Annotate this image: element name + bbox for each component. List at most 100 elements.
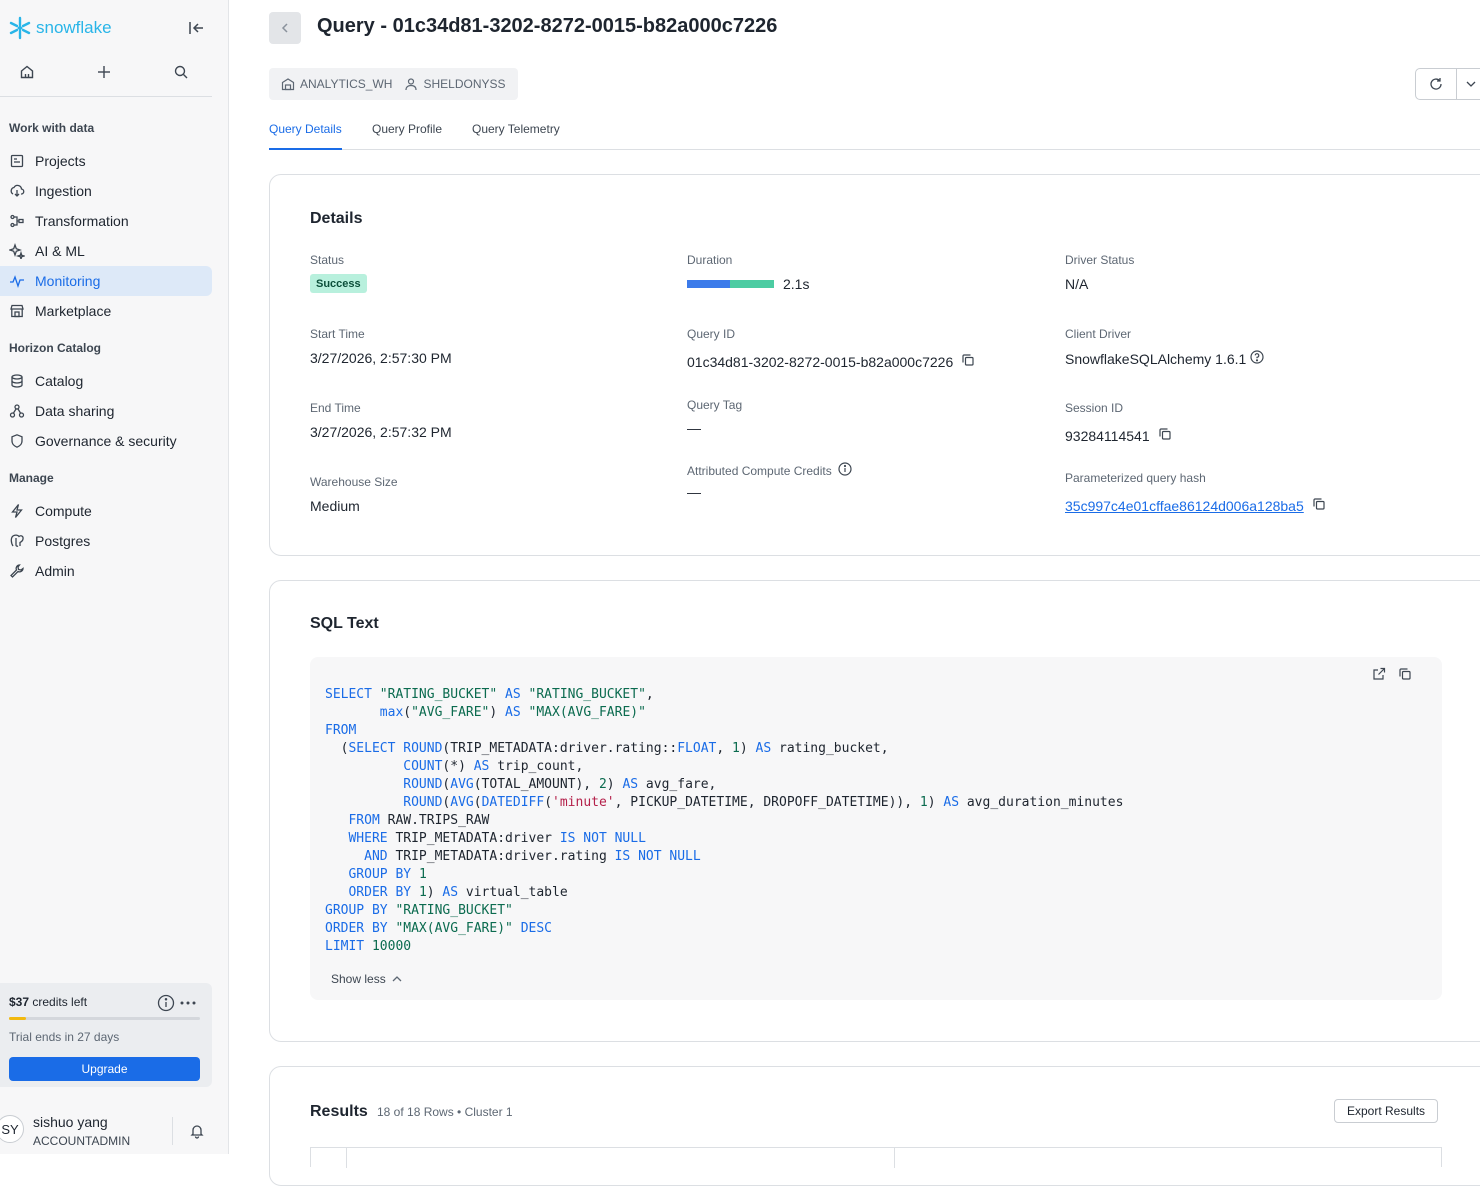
table-column-divider xyxy=(894,1148,895,1168)
warehouse-icon xyxy=(281,78,295,91)
sql-text: SELECT "RATING_BUCKET" AS "RATING_BUCKET… xyxy=(325,687,1124,954)
sidebar-item-compute[interactable]: Compute xyxy=(0,496,212,526)
sidebar-item-label: Admin xyxy=(35,563,75,579)
sidebar-item-marketplace[interactable]: Marketplace xyxy=(0,296,212,326)
section-manage: Manage xyxy=(9,471,54,485)
search-button[interactable] xyxy=(171,60,191,84)
open-sql-button[interactable] xyxy=(1372,667,1386,686)
client-driver-label: Client Driver xyxy=(1065,327,1132,341)
sidebar-item-governance-security[interactable]: Governance & security xyxy=(0,426,212,456)
sidebar-item-admin[interactable]: Admin xyxy=(0,556,212,586)
tab-query-profile[interactable]: Query Profile xyxy=(372,122,442,150)
chevron-left-icon xyxy=(281,23,288,33)
sidebar-item-label: Catalog xyxy=(35,373,84,389)
snowflake-logo[interactable]: snowflake xyxy=(8,16,112,40)
back-button[interactable] xyxy=(269,12,301,44)
credits-amount: $37 xyxy=(9,995,30,1009)
sidebar-item-monitoring[interactable]: Monitoring xyxy=(0,266,212,296)
monitoring-icon xyxy=(10,275,24,289)
transformation-icon xyxy=(10,214,24,228)
upgrade-button[interactable]: Upgrade xyxy=(9,1057,200,1081)
bolt-icon xyxy=(11,504,23,518)
end-time-value: 3/27/2026, 2:57:32 PM xyxy=(310,424,452,440)
show-less-label: Show less xyxy=(331,972,386,986)
notifications-button[interactable] xyxy=(189,1123,205,1144)
sidebar-item-catalog[interactable]: Catalog xyxy=(0,366,212,396)
chevron-up-icon xyxy=(392,976,402,982)
query-hash-link[interactable]: 35c997c4e01cffae86124d006a128ba5 xyxy=(1065,498,1304,514)
status-label: Status xyxy=(310,253,345,267)
session-id-label: Session ID xyxy=(1065,401,1124,415)
client-driver-help[interactable] xyxy=(1250,350,1264,367)
status-badge: Success xyxy=(310,274,367,293)
copy-sql-button[interactable] xyxy=(1398,667,1412,686)
logo-text: snowflake xyxy=(36,18,112,37)
sidebar-divider xyxy=(0,96,212,97)
sidebar-item-label: AI & ML xyxy=(35,243,85,259)
query-tag-label: Query Tag xyxy=(687,398,743,412)
results-card: Results 18 of 18 Rows • Cluster 1 Export… xyxy=(269,1066,1480,1186)
sidebar-item-data-sharing[interactable]: Data sharing xyxy=(0,396,212,426)
copy-hash-button[interactable] xyxy=(1312,497,1326,514)
warehouse-size-value: Medium xyxy=(310,498,360,514)
admin-icon xyxy=(10,564,24,578)
warehouse-name: ANALYTICS_WH xyxy=(300,77,393,91)
sidebar-item-projects[interactable]: Projects xyxy=(0,146,212,176)
refresh-button[interactable] xyxy=(1416,69,1457,99)
projects-icon xyxy=(10,154,24,168)
user-menu[interactable]: SY sishuo yang ACCOUNTADMIN xyxy=(0,1107,212,1154)
home-icon xyxy=(20,65,34,79)
sidebar-item-postgres[interactable]: Postgres xyxy=(0,526,212,556)
tab-query-details[interactable]: Query Details xyxy=(269,122,342,150)
user-role: ACCOUNTADMIN xyxy=(33,1134,131,1148)
sidebar-item-ai-ml[interactable]: AI & ML xyxy=(0,236,212,266)
main-content: Query - 01c34d81-3202-8272-0015-b82a000c… xyxy=(229,0,1480,1186)
export-results-button[interactable]: Export Results xyxy=(1334,1099,1439,1123)
sidebar-item-ingestion[interactable]: Ingestion xyxy=(0,176,212,206)
user-name: sishuo yang xyxy=(33,1114,108,1130)
ai-ml-icon xyxy=(9,243,25,259)
session-id-value: 93284114541 xyxy=(1065,427,1150,444)
catalog-icon xyxy=(11,374,23,388)
credits-progress-bar xyxy=(9,1017,200,1020)
attributed-credits-info[interactable] xyxy=(838,462,852,479)
session-id-row: 93284114541 xyxy=(1065,427,1172,444)
sidebar-item-label: Monitoring xyxy=(35,273,101,289)
credits-more-button[interactable] xyxy=(180,996,196,1015)
owner-chip[interactable]: SHELDONYSS xyxy=(404,77,506,91)
create-button[interactable] xyxy=(94,60,114,84)
warehouse-chip[interactable]: ANALYTICS_WH xyxy=(281,77,392,91)
refresh-icon xyxy=(1430,78,1442,90)
search-icon xyxy=(174,65,188,79)
query-id-value: 01c34d81-3202-8272-0015-b82a000c7226 xyxy=(687,353,954,370)
info-icon xyxy=(838,462,852,476)
copy-icon xyxy=(1399,668,1411,680)
client-driver-value: SnowflakeSQLAlchemy 1.6.1 xyxy=(1065,350,1247,367)
query-hash-row: 35c997c4e01cffae86124d006a128ba5 xyxy=(1065,497,1326,514)
table-column-divider xyxy=(346,1148,347,1168)
sidebar-item-label: Postgres xyxy=(35,533,91,549)
show-less-button[interactable]: Show less xyxy=(331,972,403,986)
duration-label: Duration xyxy=(687,253,733,267)
duration-value: 2.1s xyxy=(783,276,810,292)
sql-title: SQL Text xyxy=(310,615,379,632)
copy-query-id-button[interactable] xyxy=(961,353,975,370)
client-driver-row: SnowflakeSQLAlchemy 1.6.1 xyxy=(1065,350,1264,367)
copy-session-id-button[interactable] xyxy=(1158,427,1172,444)
collapse-sidebar-button[interactable] xyxy=(186,18,206,38)
credits-progress-fill xyxy=(9,1017,27,1020)
refresh-options-button[interactable] xyxy=(1457,69,1480,99)
query-hash-label: Parameterized query hash xyxy=(1065,471,1206,485)
page-title: Query - 01c34d81-3202-8272-0015-b82a000c… xyxy=(317,15,778,37)
credits-info-button[interactable] xyxy=(157,994,175,1017)
tab-query-telemetry[interactable]: Query Telemetry xyxy=(472,122,560,150)
ingestion-icon xyxy=(10,184,25,197)
shield-icon xyxy=(11,434,23,448)
query-context-chips: ANALYTICS_WH SHELDONYSS xyxy=(269,68,518,100)
home-button[interactable] xyxy=(17,60,37,84)
sidebar-item-transformation[interactable]: Transformation xyxy=(0,206,212,236)
info-icon xyxy=(157,994,175,1012)
warehouse-size-label: Warehouse Size xyxy=(310,475,398,489)
credits-panel: $37 credits left Trial ends in 27 days U… xyxy=(0,983,212,1087)
sql-code-block: SELECT "RATING_BUCKET" AS "RATING_BUCKET… xyxy=(310,657,1442,1000)
